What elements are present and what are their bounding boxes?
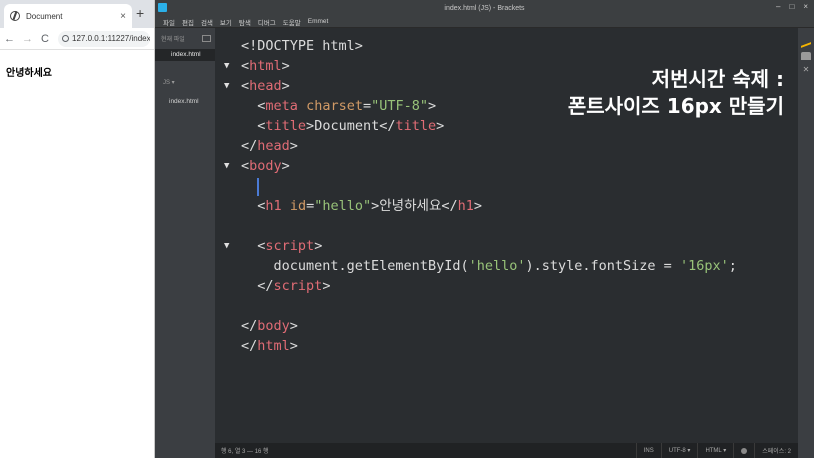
cursor-position: 행 6, 열 3 — 16 행 — [221, 449, 269, 455]
menu-debug[interactable]: 디버그 — [258, 17, 276, 27]
code-tag: script — [273, 278, 323, 294]
code-attr: charset — [306, 98, 363, 114]
site-info-icon[interactable] — [62, 35, 69, 42]
code-tag: body — [257, 318, 290, 334]
text-cursor — [257, 178, 259, 196]
code-tag: meta — [265, 98, 298, 114]
code-text: ; — [728, 258, 737, 274]
code-text: ).style.fontSize = — [525, 258, 680, 274]
code-text: document.getElementById( — [273, 258, 469, 274]
code-attr: id — [289, 198, 307, 214]
code-line: </html> — [241, 338, 298, 354]
reload-icon[interactable]: C — [40, 33, 50, 45]
working-files-label: 현재 파일 — [161, 37, 185, 43]
code-tag: html — [257, 338, 290, 354]
lesson-caption: 저번시간 숙제 : 폰트사이즈 16px 만들기 — [568, 66, 784, 120]
brackets-logo-icon — [158, 3, 167, 12]
forward-icon[interactable]: → — [22, 33, 33, 45]
code-tag: title — [395, 118, 437, 134]
project-file-item[interactable]: index.html — [155, 86, 215, 105]
working-file-item[interactable]: index.html — [155, 49, 215, 61]
tab-close-icon[interactable]: × — [120, 11, 126, 22]
browser-toolbar: ← → C 127.0.0.1:11227/index — [0, 28, 154, 50]
language-select[interactable]: HTML ▾ — [697, 443, 733, 458]
window-title: index.html (JS) - Brackets — [444, 4, 525, 12]
file-sidebar: 현재 파일 index.html JS ▾ index.html — [155, 28, 215, 458]
brackets-window: index.html (JS) - Brackets – □ × 파일 편집 검… — [155, 0, 814, 458]
fold-arrow-icon[interactable]: ▼ — [224, 76, 229, 96]
insert-mode-toggle[interactable]: INS — [635, 443, 661, 458]
code-text: Document — [314, 118, 380, 134]
menu-edit[interactable]: 편집 — [182, 17, 194, 27]
code-line: </body> — [241, 318, 298, 334]
code-tag: head — [249, 78, 282, 94]
code-tag: h1 — [265, 198, 282, 214]
extension-manager-icon[interactable] — [801, 52, 811, 60]
code-line: document.getElementById('hello').style.f… — [215, 256, 798, 276]
code-tag: title — [265, 118, 307, 134]
new-tab-button[interactable]: + — [136, 5, 144, 21]
code-string: "UTF-8" — [371, 98, 429, 114]
browser-tab[interactable]: Document × — [4, 4, 132, 28]
fold-arrow-icon[interactable]: ▼ — [224, 156, 229, 176]
close-button[interactable]: × — [803, 2, 808, 11]
code-tag: h1 — [457, 198, 474, 214]
encoding-select[interactable]: UTF-8 ▾ — [660, 443, 698, 458]
menu-navigate[interactable]: 탐색 — [239, 17, 251, 27]
browser-tabbar: Document × + — [0, 0, 154, 28]
project-dropdown[interactable]: JS ▾ — [155, 61, 215, 86]
status-bar: 행 6, 열 3 — 16 행 INS UTF-8 ▾ HTML ▾ 스페이스:… — [215, 443, 798, 458]
code-line — [215, 176, 798, 196]
code-line: <h1 id="hello">안녕하세요</h1> — [257, 198, 483, 214]
tab-title: Document — [26, 11, 63, 21]
code-line: </script> — [257, 278, 331, 294]
caption-line-1: 저번시간 숙제 : — [651, 67, 784, 91]
code-line: </head> — [241, 138, 298, 154]
address-text[interactable]: 127.0.0.1:11227/index — [72, 34, 150, 43]
code-tag: script — [265, 238, 315, 254]
code-tag: html — [249, 58, 282, 74]
code-editor[interactable]: <!DOCTYPE html> ▼ <html> ▼ <head> <meta ch… — [215, 28, 798, 444]
tools-icon[interactable]: ✕ — [801, 66, 811, 74]
toolbar-right: ✕ — [798, 28, 814, 458]
browser-window: Document × + ← → C 127.0.0.1:11227/index… — [0, 0, 155, 458]
window-controls: – □ × — [776, 2, 808, 11]
menu-view[interactable]: 보기 — [220, 17, 232, 27]
code-string: '16px' — [679, 258, 729, 274]
menu-emmet[interactable]: Emmet — [308, 18, 329, 25]
globe-icon — [10, 11, 20, 21]
indent-setting[interactable]: 스페이스: 2 — [754, 443, 798, 458]
back-icon[interactable]: ← — [4, 33, 15, 45]
code-tag: body — [249, 158, 282, 174]
title-bar: index.html (JS) - Brackets – □ × — [155, 0, 814, 16]
working-files-header: 현재 파일 — [155, 28, 215, 43]
live-preview-icon[interactable] — [801, 36, 811, 48]
maximize-button[interactable]: □ — [789, 2, 794, 11]
minimize-button[interactable]: – — [776, 2, 780, 11]
page-heading: 안녕하세요 — [6, 68, 52, 79]
menu-find[interactable]: 검색 — [201, 17, 213, 27]
address-bar[interactable]: 127.0.0.1:11227/index — [58, 30, 150, 47]
code-string: 'hello' — [468, 258, 526, 274]
code-line: ▼ <body> — [224, 156, 290, 176]
code-line: <!DOCTYPE html> — [215, 36, 798, 56]
code-text: <!DOCTYPE html> — [241, 38, 363, 54]
fold-arrow-icon[interactable]: ▼ — [224, 56, 229, 76]
code-text: 안녕하세요 — [379, 198, 442, 214]
menu-file[interactable]: 파일 — [163, 17, 175, 27]
split-view-icon[interactable] — [202, 35, 211, 42]
code-string: "hello" — [314, 198, 372, 214]
caption-line-2: 폰트사이즈 16px 만들기 — [567, 94, 784, 118]
menu-bar: 파일 편집 검색 보기 탐색 디버그 도움말 Emmet — [155, 16, 814, 28]
menu-help[interactable]: 도움말 — [283, 17, 301, 27]
code-tag: head — [257, 138, 290, 154]
fold-arrow-icon[interactable]: ▼ — [224, 236, 229, 256]
code-line: ▼ <script> — [224, 236, 323, 256]
linter-status-icon[interactable] — [733, 443, 754, 458]
